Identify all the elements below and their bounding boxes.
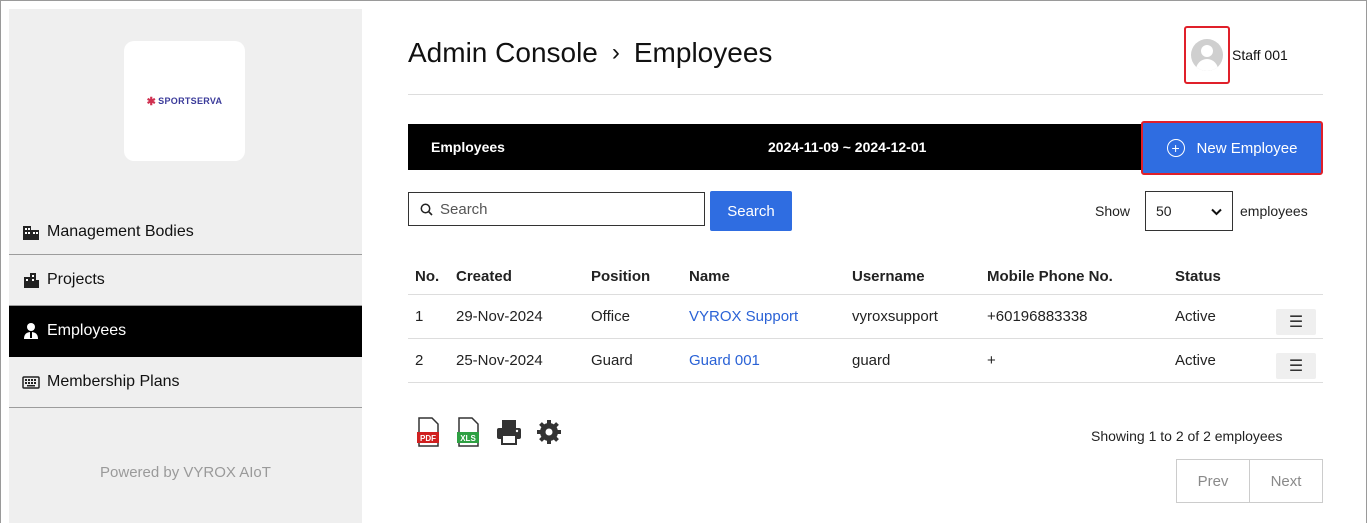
building-icon xyxy=(21,222,41,242)
header-divider xyxy=(408,94,1323,95)
main-content: Admin Console › Employees Staff 001 Empl… xyxy=(362,0,1367,523)
breadcrumb-root[interactable]: Admin Console xyxy=(408,37,598,69)
date-range[interactable]: 2024-11-09 ~ 2024-12-01 xyxy=(768,139,926,155)
sidebar-item-projects[interactable]: Projects xyxy=(9,255,362,306)
search-button[interactable]: Search xyxy=(710,191,792,231)
chevron-right-icon: › xyxy=(611,39,620,66)
plus-circle-icon: + xyxy=(1166,139,1185,157)
logo-mark-icon: ✱ xyxy=(146,95,157,108)
search-icon xyxy=(420,203,433,216)
pagination: Prev Next xyxy=(1176,459,1323,503)
column-header-username[interactable]: Username xyxy=(852,268,987,285)
xls-icon[interactable]: XLS xyxy=(455,417,481,447)
user-avatar-button[interactable] xyxy=(1184,26,1230,84)
table-row: 2 25-Nov-2024 Guard Guard 001 guard + Ac… xyxy=(408,339,1323,383)
new-employee-button[interactable]: + New Employee xyxy=(1141,121,1323,175)
svg-text:PDF: PDF xyxy=(420,434,436,443)
page-size-value: 50 xyxy=(1156,203,1172,219)
employee-icon xyxy=(21,321,41,341)
cell-status: Active xyxy=(1175,352,1216,369)
city-icon xyxy=(21,270,41,290)
logo-card: ✱ SPORTSERVA xyxy=(124,41,245,161)
employees-table: No. Created Position Name Username Mobil… xyxy=(408,258,1323,383)
row-menu-button[interactable]: ☰ xyxy=(1276,352,1316,379)
search-input[interactable]: Search xyxy=(408,192,705,226)
powered-by-text: Powered by VYROX AIoT xyxy=(100,464,271,481)
brand-logo: ✱ SPORTSERVA xyxy=(147,95,223,108)
pagination-summary: Showing 1 to 2 of 2 employees xyxy=(1091,428,1283,444)
user-name[interactable]: Staff 001 xyxy=(1232,47,1288,63)
svg-text:XLS: XLS xyxy=(460,434,476,443)
employee-name-link[interactable]: Guard 001 xyxy=(689,352,760,369)
sidebar-nav: Management Bodies Projects Employees Mem… xyxy=(9,209,362,408)
logo-text: SPORTSERVA xyxy=(158,96,223,106)
show-suffix: employees xyxy=(1240,203,1308,219)
cell-position: Guard xyxy=(591,352,633,369)
sidebar-item-membership-plans[interactable]: Membership Plans xyxy=(9,357,362,408)
hamburger-icon: ☰ xyxy=(1288,313,1304,331)
sidebar-item-label: Management Bodies xyxy=(47,222,194,240)
cell-username: vyroxsupport xyxy=(852,308,938,325)
column-header-no[interactable]: No. xyxy=(408,268,456,285)
toolbar-title: Employees xyxy=(431,139,505,155)
column-header-position[interactable]: Position xyxy=(591,268,689,285)
sidebar-item-label: Employees xyxy=(47,322,127,339)
keyboard-icon xyxy=(21,372,41,392)
column-header-mobile[interactable]: Mobile Phone No. xyxy=(987,268,1175,285)
column-header-name[interactable]: Name xyxy=(689,268,852,285)
sidebar-item-label: Projects xyxy=(47,271,105,288)
breadcrumb: Admin Console › Employees xyxy=(408,37,772,69)
cell-username: guard xyxy=(852,352,891,369)
cell-mobile: + xyxy=(987,352,996,369)
page-size-select[interactable]: 50 xyxy=(1145,191,1233,231)
search-placeholder: Search xyxy=(440,200,488,218)
settings-icon[interactable] xyxy=(535,417,561,447)
sidebar-item-management-bodies[interactable]: Management Bodies xyxy=(9,209,362,255)
cell-no: 2 xyxy=(415,352,424,369)
cell-status: Active xyxy=(1175,308,1216,325)
cell-created: 25-Nov-2024 xyxy=(456,352,543,369)
table-header: No. Created Position Name Username Mobil… xyxy=(408,258,1323,295)
show-label: Show xyxy=(1095,203,1131,219)
export-toolbar: PDF XLS xyxy=(415,417,561,447)
print-icon[interactable] xyxy=(495,417,521,447)
cell-no: 1 xyxy=(415,308,424,325)
pdf-icon[interactable]: PDF xyxy=(415,417,441,447)
sidebar-item-label: Membership Plans xyxy=(47,373,180,390)
sidebar-item-employees[interactable]: Employees xyxy=(9,306,362,357)
avatar-icon xyxy=(1191,39,1223,71)
sidebar: ✱ SPORTSERVA Management Bodies Projects … xyxy=(9,9,362,523)
row-menu-button[interactable]: ☰ xyxy=(1276,308,1316,335)
column-header-created[interactable]: Created xyxy=(456,268,591,285)
page-title: Employees xyxy=(633,37,773,68)
cell-created: 29-Nov-2024 xyxy=(456,308,543,325)
new-employee-label: New Employee xyxy=(1196,139,1298,157)
hamburger-icon: ☰ xyxy=(1288,357,1304,375)
cell-position: Office xyxy=(591,308,630,325)
cell-mobile: +60196883338 xyxy=(987,308,1088,325)
next-button[interactable]: Next xyxy=(1250,460,1322,502)
employee-name-link[interactable]: VYROX Support xyxy=(689,308,798,325)
prev-button[interactable]: Prev xyxy=(1177,460,1250,502)
table-row: 1 29-Nov-2024 Office VYROX Support vyrox… xyxy=(408,295,1323,339)
column-header-status[interactable]: Status xyxy=(1175,268,1263,285)
chevron-down-icon xyxy=(1211,203,1222,219)
